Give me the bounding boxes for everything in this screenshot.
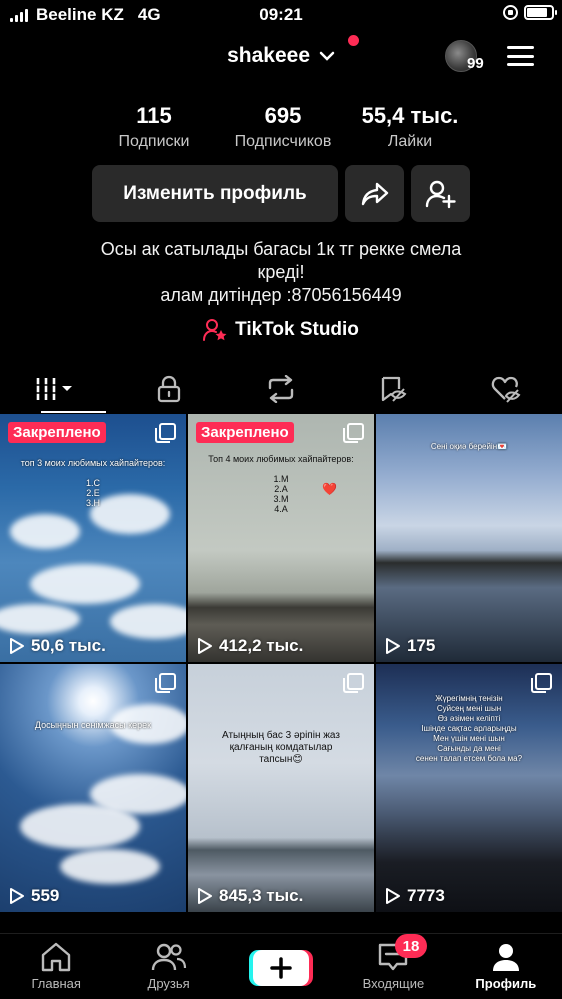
stat-label: Лайки bbox=[387, 133, 433, 150]
play-icon bbox=[386, 638, 400, 654]
video-thumbnail[interactable]: Жүрегімнің тенізін Суйсең мені шын Өз әз… bbox=[376, 664, 562, 912]
profile-icon bbox=[492, 944, 519, 971]
photo-carousel-icon bbox=[155, 423, 176, 443]
stat-followers[interactable]: 695 Подписчиков bbox=[222, 103, 344, 151]
photo-carousel-icon bbox=[343, 423, 364, 443]
play-icon bbox=[10, 888, 24, 904]
play-icon bbox=[386, 888, 400, 904]
video-caption: Топ 4 моих любимых хайпайтеров: 1.М 2.А … bbox=[208, 454, 354, 514]
view-count: 412,2 тыс. bbox=[197, 636, 303, 656]
view-count-value: 845,3 тыс. bbox=[219, 886, 304, 905]
edit-profile-button[interactable]: Изменить профиль bbox=[92, 165, 338, 222]
nav-create[interactable] bbox=[225, 934, 337, 999]
video-thumbnail[interactable]: Закреплено Топ 4 моих любимых хайпайтеро… bbox=[188, 414, 374, 662]
tiktok-studio-link[interactable]: TikTok Studio bbox=[0, 318, 562, 342]
play-icon bbox=[198, 638, 212, 654]
stat-value: 55,4 тыс. bbox=[361, 103, 459, 128]
avatar-count: 99 bbox=[467, 55, 484, 72]
stat-label: Подписчиков bbox=[234, 133, 332, 150]
video-caption: Атыңның бас 3 әріпін жаз қалғаның комдат… bbox=[222, 730, 340, 765]
stat-likes[interactable]: 55,4 тыс. Лайки bbox=[348, 103, 472, 151]
share-profile-button[interactable] bbox=[345, 165, 404, 222]
video-thumbnail[interactable]: Атыңның бас 3 әріпін жаз қалғаның комдат… bbox=[188, 664, 374, 912]
add-friend-button[interactable] bbox=[411, 165, 470, 222]
add-user-icon bbox=[425, 180, 456, 208]
tab-favorites[interactable] bbox=[337, 365, 449, 413]
grid-icon bbox=[36, 378, 73, 400]
tab-videos[interactable] bbox=[0, 365, 112, 413]
view-count-value: 7773 bbox=[407, 886, 445, 905]
view-count-value: 559 bbox=[31, 886, 60, 905]
share-icon bbox=[361, 182, 388, 205]
pinned-badge: Закреплено bbox=[196, 422, 294, 443]
play-icon bbox=[10, 638, 24, 654]
video-caption: Жүрегімнің тенізін Суйсең мені шын Өз әз… bbox=[415, 694, 523, 763]
profile-tabs bbox=[0, 365, 562, 413]
repost-icon bbox=[268, 375, 294, 403]
plus-icon bbox=[253, 950, 310, 986]
view-count: 50,6 тыс. bbox=[9, 636, 106, 656]
view-count-value: 50,6 тыс. bbox=[31, 636, 106, 655]
nav-label: Входящие bbox=[362, 976, 425, 991]
username: shakeee bbox=[227, 44, 311, 67]
inbox-badge: 18 bbox=[395, 934, 427, 958]
stat-label: Подписки bbox=[118, 133, 190, 150]
video-caption: топ 3 моих любимых хайпайтеров: 1.С 2.Е … bbox=[20, 458, 166, 508]
tab-private[interactable] bbox=[112, 365, 224, 413]
pinned-badge: Закреплено bbox=[8, 422, 106, 443]
battery-icon bbox=[524, 5, 557, 20]
view-count: 559 bbox=[9, 886, 59, 906]
video-thumbnail[interactable]: Сені оқиә берейін💌 175 bbox=[376, 414, 562, 662]
stat-following[interactable]: 115 Подписки bbox=[90, 103, 218, 151]
chevron-down-icon bbox=[319, 52, 335, 62]
nav-home[interactable]: Главная bbox=[0, 934, 112, 999]
bookmark-hidden-icon bbox=[382, 376, 407, 402]
status-bar: Beeline KZ 4G 09:21 bbox=[0, 0, 562, 30]
notification-dot bbox=[348, 35, 359, 46]
stat-value: 695 bbox=[264, 103, 302, 128]
bio-line: алам дитіндер :87056156449 bbox=[160, 285, 402, 305]
view-count: 845,3 тыс. bbox=[197, 886, 303, 906]
nav-label: Главная bbox=[31, 976, 81, 991]
video-grid: Закреплено топ 3 моих любимых хайпайтеро… bbox=[0, 414, 562, 912]
studio-label: TikTok Studio bbox=[235, 319, 359, 340]
studio-icon bbox=[203, 319, 227, 341]
tab-liked[interactable] bbox=[450, 365, 562, 413]
video-thumbnail[interactable]: Досыңнын сенімжасы керек 559 bbox=[0, 664, 186, 912]
stat-value: 115 bbox=[136, 103, 172, 128]
video-caption: Сені оқиә берейін💌 bbox=[430, 442, 508, 451]
play-icon bbox=[198, 888, 212, 904]
photo-carousel-icon bbox=[531, 673, 552, 693]
friends-icon bbox=[151, 943, 186, 971]
video-caption: Досыңнын сенімжасы керек bbox=[34, 720, 152, 730]
tab-reposts[interactable] bbox=[225, 365, 337, 413]
photo-carousel-icon bbox=[343, 673, 364, 693]
lock-icon bbox=[157, 375, 180, 403]
rotation-lock-icon bbox=[503, 5, 518, 20]
nav-label: Друзья bbox=[147, 976, 190, 991]
video-thumbnail[interactable]: Закреплено топ 3 моих любимых хайпайтеро… bbox=[0, 414, 186, 662]
bottom-nav: Главная Друзья Входящие Профиль bbox=[0, 933, 562, 999]
view-count: 175 bbox=[385, 636, 435, 656]
heart-emoji: ❤️ bbox=[322, 482, 337, 496]
view-count-value: 412,2 тыс. bbox=[219, 636, 304, 655]
view-count-value: 175 bbox=[407, 636, 436, 655]
profile-header: shakeee 99 bbox=[0, 30, 562, 85]
status-icons bbox=[503, 5, 557, 20]
bio-line: креді! bbox=[257, 262, 305, 282]
menu-icon[interactable] bbox=[507, 46, 534, 66]
profile-bio: Осы ак сатылады багасы 1к тг рекке смела… bbox=[40, 238, 522, 307]
home-icon bbox=[42, 942, 71, 972]
bio-line: Осы ак сатылады багасы 1к тг рекке смела bbox=[100, 239, 462, 259]
nav-profile[interactable]: Профиль bbox=[450, 934, 562, 999]
heart-hidden-icon bbox=[491, 376, 521, 403]
nav-label: Профиль bbox=[475, 976, 537, 991]
clock: 09:21 bbox=[259, 5, 303, 24]
view-count: 7773 bbox=[385, 886, 445, 906]
photo-carousel-icon bbox=[155, 673, 176, 693]
nav-friends[interactable]: Друзья bbox=[112, 934, 224, 999]
nav-inbox[interactable]: Входящие bbox=[337, 934, 449, 999]
profile-stats: 115 Подписки 695 Подписчиков 55,4 тыс. Л… bbox=[90, 103, 472, 151]
